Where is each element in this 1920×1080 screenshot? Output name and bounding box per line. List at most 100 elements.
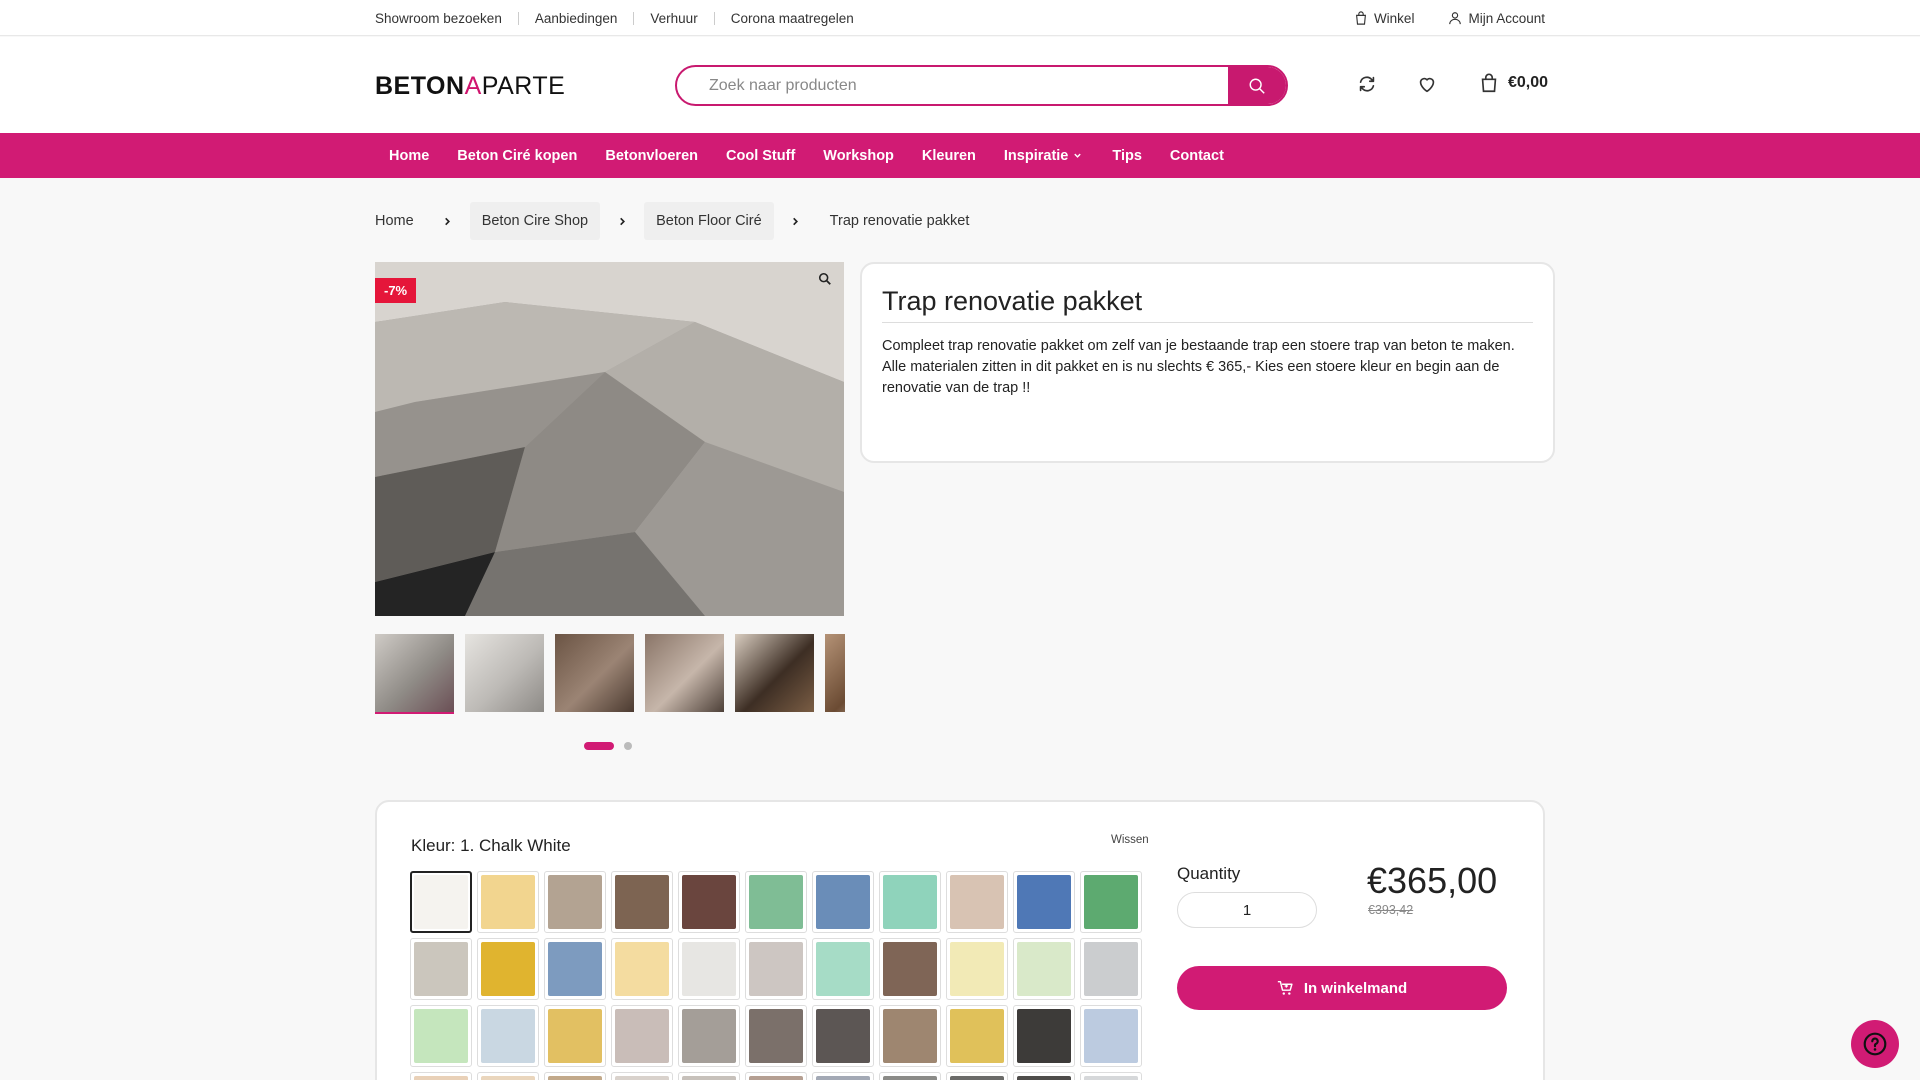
color-swatch[interactable] [410,1005,472,1067]
color-swatch[interactable] [611,1005,673,1067]
site-logo[interactable]: BETONAPARTE [375,72,565,101]
color-swatch[interactable] [1013,871,1075,933]
color-swatch[interactable] [678,1005,740,1067]
color-swatch[interactable] [812,871,874,933]
product-main-image[interactable]: -7% [375,262,844,616]
gallery-thumbnail[interactable] [645,634,724,712]
color-swatch[interactable] [410,1072,472,1080]
breadcrumb-shop[interactable]: Beton Cire Shop [469,202,601,240]
color-swatch[interactable] [812,1005,874,1067]
color-swatch[interactable] [611,938,673,1000]
breadcrumb-category[interactable]: Beton Floor Ciré [644,202,774,240]
nav-workshop[interactable]: Workshop [809,148,908,164]
add-to-cart-label: In winkelmand [1303,979,1408,997]
color-swatch[interactable] [879,938,941,1000]
color-swatch[interactable] [745,1072,807,1080]
cart-button[interactable]: €0,00 [1478,72,1548,94]
color-swatch[interactable] [745,871,807,933]
account-link[interactable]: Mijn Account [1448,11,1545,26]
color-swatch[interactable] [410,871,472,933]
nav-betonvloeren[interactable]: Betonvloeren [591,148,712,164]
color-swatch[interactable] [544,1072,606,1080]
pagination-dot-active[interactable] [584,742,614,750]
gallery-thumbnail[interactable] [735,634,814,712]
color-swatch[interactable] [678,871,740,933]
color-swatch[interactable] [745,938,807,1000]
wishlist-button[interactable] [1416,73,1438,95]
swatch-color [548,942,602,996]
color-swatch[interactable] [678,1072,740,1080]
breadcrumb: Home Beton Cire Shop Beton Floor Ciré Tr… [375,202,981,240]
color-swatch[interactable] [611,871,673,933]
nav-kleuren[interactable]: Kleuren [908,148,990,164]
color-swatch[interactable] [611,1072,673,1080]
color-swatch[interactable] [812,1072,874,1080]
color-swatch[interactable] [477,938,539,1000]
nav-home[interactable]: Home [375,148,443,164]
swatch-color [615,1076,669,1080]
color-swatch[interactable] [946,938,1008,1000]
breadcrumb-home[interactable]: Home [375,202,426,240]
nav-beton-cire-kopen[interactable]: Beton Ciré kopen [443,148,591,164]
swatch-color [816,942,870,996]
search-input[interactable] [677,67,1232,104]
chevron-down-icon [1074,153,1082,158]
quantity-input[interactable]: 1 [1177,892,1317,928]
gallery-pagination [584,742,632,750]
add-to-cart-button[interactable]: In winkelmand [1177,966,1507,1010]
toplink-verhuur[interactable]: Verhuur [650,11,697,26]
color-swatch[interactable] [1080,938,1142,1000]
color-swatch[interactable] [678,938,740,1000]
color-swatch[interactable] [1080,1072,1142,1080]
color-swatch[interactable] [544,1005,606,1067]
color-swatch[interactable] [477,1005,539,1067]
search-button[interactable] [1228,67,1286,104]
color-swatch[interactable] [410,938,472,1000]
chevron-right-icon [774,217,818,226]
color-swatch[interactable] [745,1005,807,1067]
zoom-icon[interactable] [818,272,832,291]
swatch-color [749,1009,803,1063]
toplink-corona[interactable]: Corona maatregelen [731,11,854,26]
color-swatch[interactable] [1013,1072,1075,1080]
winkel-link[interactable]: Winkel [1354,11,1414,26]
toplink-aanbiedingen[interactable]: Aanbiedingen [535,11,618,26]
color-swatch[interactable] [879,1005,941,1067]
swatch-color [816,1009,870,1063]
help-button[interactable] [1851,1020,1899,1068]
gallery-thumbnail[interactable] [375,634,454,714]
color-swatch[interactable] [946,1072,1008,1080]
color-swatch[interactable] [477,1072,539,1080]
nav-tips[interactable]: Tips [1098,148,1156,164]
swatch-color [682,1076,736,1080]
color-swatch[interactable] [544,938,606,1000]
account-label: Mijn Account [1468,10,1545,26]
nav-contact[interactable]: Contact [1156,148,1238,164]
gallery-thumbnail[interactable] [555,634,634,712]
color-swatch[interactable] [1080,871,1142,933]
color-swatch[interactable] [946,871,1008,933]
nav-cool-stuff[interactable]: Cool Stuff [712,148,809,164]
color-swatch[interactable] [812,938,874,1000]
cart-add-icon [1277,980,1293,995]
compare-button[interactable] [1356,73,1378,95]
top-links: Showroom bezoeken Aanbiedingen Verhuur C… [375,11,854,26]
gallery-thumbnail[interactable] [465,634,544,712]
nav-inspiratie[interactable]: Inspiratie [990,148,1098,164]
swatch-color [481,1009,535,1063]
gallery-thumbnail[interactable] [825,634,845,712]
price: €365,00 [1367,860,1498,901]
color-swatch[interactable] [1080,1005,1142,1067]
toplink-showroom[interactable]: Showroom bezoeken [375,11,502,26]
clear-selection-link[interactable]: Wissen [1111,834,1149,846]
color-swatch[interactable] [879,1072,941,1080]
color-swatch[interactable] [879,871,941,933]
pagination-dot[interactable] [624,742,632,750]
color-swatch[interactable] [1013,1005,1075,1067]
quantity-value: 1 [1242,901,1252,919]
color-swatch[interactable] [477,871,539,933]
color-swatch[interactable] [946,1005,1008,1067]
color-swatch[interactable] [544,871,606,933]
divider [633,11,635,25]
color-swatch[interactable] [1013,938,1075,1000]
